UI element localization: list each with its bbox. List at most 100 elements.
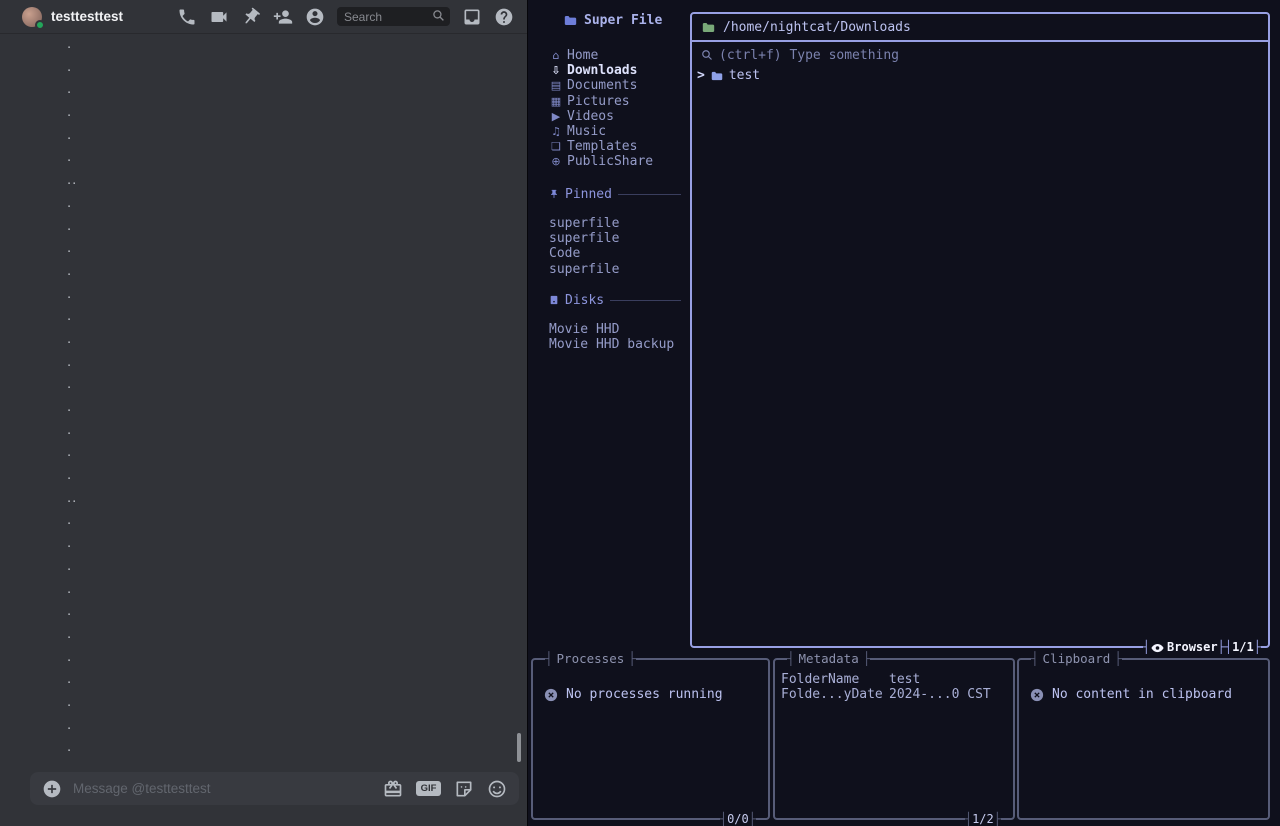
message: . — [67, 305, 527, 328]
message: . — [67, 78, 527, 101]
metadata-value: test — [889, 672, 920, 687]
pin-icon — [549, 189, 559, 199]
mode-badge: Browser — [1143, 639, 1225, 656]
emoji-icon[interactable] — [487, 779, 507, 799]
sidebar-item[interactable]: ⇩ Downloads — [549, 63, 653, 78]
dm-header: testtesttest Search — [0, 0, 527, 33]
sticker-icon[interactable] — [454, 779, 474, 799]
pinned-section-header: Pinned — [549, 186, 681, 202]
disk-item[interactable]: Movie HHD backup — [549, 337, 674, 352]
message-composer: Message @testtesttest GIF — [0, 765, 527, 826]
message: . — [67, 509, 527, 532]
message: . — [67, 396, 527, 419]
message: . — [67, 714, 527, 737]
message-list: .................................. — [0, 33, 527, 765]
pin-messages-icon[interactable] — [241, 7, 261, 27]
pinned-item[interactable]: Code — [549, 246, 619, 261]
sidebar-item[interactable]: ▦ Pictures — [549, 94, 653, 109]
message: . — [67, 646, 527, 669]
help-icon[interactable] — [494, 7, 514, 27]
sidebar-item-label: Downloads — [567, 63, 637, 78]
sidebar-item[interactable]: ❏ Templates — [549, 139, 653, 154]
sidebar-item-label: Documents — [567, 78, 637, 93]
message: . — [67, 600, 527, 623]
sidebar-item-label: PublicShare — [567, 154, 653, 169]
message: . — [67, 668, 527, 691]
avatar[interactable] — [22, 7, 42, 27]
message: . — [67, 101, 527, 124]
metadata-rows: FolderName test Folde...yDate 2024-...0 … — [781, 672, 1009, 702]
add-friends-icon[interactable] — [273, 7, 293, 27]
pinned-item[interactable]: superfile — [549, 231, 619, 246]
sidebar-item[interactable]: ⊕ PublicShare — [549, 154, 653, 169]
file-row[interactable]: > test — [692, 68, 1268, 84]
gift-icon[interactable] — [383, 779, 403, 799]
sidebar-item[interactable]: ⌂ Home — [549, 48, 653, 63]
x-circle-icon — [1030, 688, 1044, 702]
inbox-icon[interactable] — [462, 7, 482, 27]
message: . — [67, 146, 527, 169]
message: . — [67, 691, 527, 714]
message: . — [67, 237, 527, 260]
search-placeholder: Search — [344, 10, 382, 24]
sidebar-item-label: Templates — [567, 139, 637, 154]
disk-item[interactable]: Movie HHD — [549, 322, 674, 337]
pinned-item[interactable]: superfile — [549, 262, 619, 277]
message: . — [67, 464, 527, 487]
voice-call-icon[interactable] — [177, 7, 197, 27]
message: . — [67, 351, 527, 374]
message: . — [67, 328, 527, 351]
gif-picker-icon[interactable]: GIF — [416, 781, 441, 796]
section-divider — [610, 300, 681, 301]
video-call-icon[interactable] — [209, 7, 229, 27]
sidebar-item-label: Home — [567, 48, 598, 63]
metadata-value: 2024-...0 CST — [889, 687, 991, 702]
message: . — [67, 419, 527, 442]
pinned-item[interactable]: superfile — [549, 216, 619, 231]
message: . — [67, 532, 527, 555]
discord-app: testtesttest Search — [0, 0, 527, 826]
composer-actions: GIF — [383, 779, 507, 799]
metadata-panel: Metadata FolderName test Folde...yDate 2… — [773, 658, 1015, 820]
user-profile-icon[interactable] — [305, 7, 325, 27]
message: .. — [67, 487, 527, 510]
message-input[interactable]: Message @testtesttest GIF — [30, 772, 519, 805]
app-folder-icon — [564, 15, 577, 26]
file-list: > test — [692, 68, 1268, 84]
dm-title: testtesttest — [51, 9, 123, 24]
metadata-key: FolderName — [781, 672, 889, 687]
file-search-input[interactable]: (ctrl+f) Type something — [692, 42, 1268, 68]
disks-section-header: Disks — [549, 292, 681, 308]
superfile-terminal: Super File ⌂ Home ⇩ Downloads ▤ Document… — [527, 0, 1280, 826]
message: . — [67, 555, 527, 578]
pinned-items: superfilesuperfileCodesuperfile — [549, 216, 619, 277]
sidebar-item-icon: ♫ — [549, 125, 563, 138]
sidebar-item-icon: ▦ — [549, 95, 563, 108]
sidebar-item-icon: ⇩ — [549, 64, 563, 77]
message-placeholder: Message @testtesttest — [73, 781, 211, 796]
sidebar-item[interactable]: ▤ Documents — [549, 78, 653, 93]
processes-empty-state: No processes running — [544, 687, 723, 702]
message: . — [67, 192, 527, 215]
screen: testtesttest Search — [0, 0, 1280, 826]
sidebar-item[interactable]: ▶ Videos — [549, 109, 653, 124]
message: . — [67, 56, 527, 79]
path-bar: /home/nightcat/Downloads — [692, 14, 1268, 42]
scrollbar-thumb[interactable] — [517, 733, 521, 762]
attach-plus-icon[interactable] — [42, 779, 62, 799]
message: . — [67, 736, 527, 759]
path-folder-icon — [702, 22, 715, 33]
search-icon — [432, 9, 445, 25]
metadata-key: Folde...yDate — [781, 687, 889, 702]
sidebar-item-icon: ▤ — [549, 79, 563, 92]
processes-title: Processes — [545, 651, 636, 667]
page-indicator: 1/1 — [1225, 639, 1261, 656]
search-input[interactable]: Search — [337, 7, 450, 26]
sidebar-item-icon: ⊕ — [549, 155, 563, 168]
message: .. — [67, 169, 527, 192]
sidebar-item[interactable]: ♫ Music — [549, 124, 653, 139]
current-path: /home/nightcat/Downloads — [723, 20, 911, 35]
clipboard-panel: Clipboard No content in clipboard — [1017, 658, 1270, 820]
file-search-icon — [701, 49, 713, 61]
message: . — [67, 33, 527, 56]
